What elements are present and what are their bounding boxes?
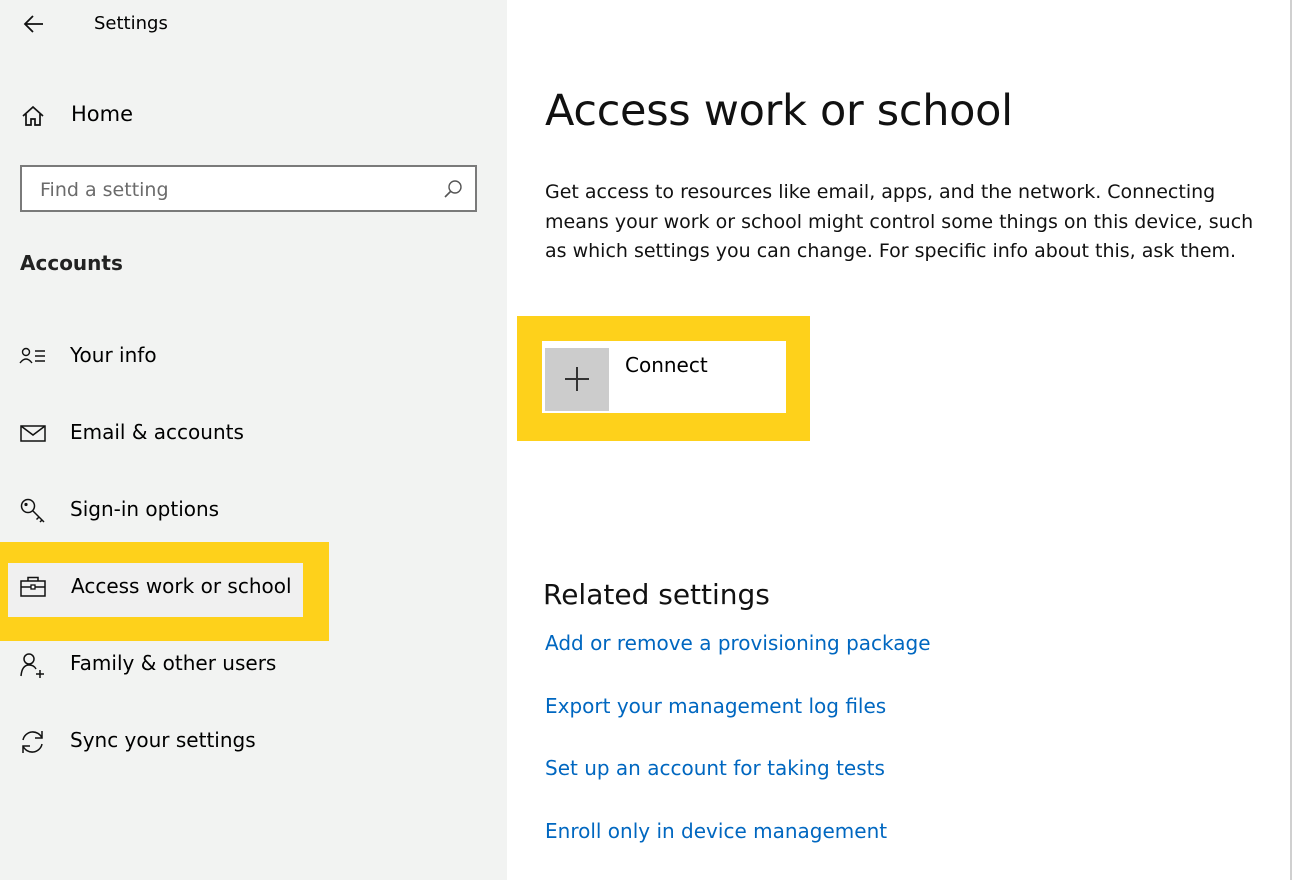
sidebar-item-label: Access work or school bbox=[71, 574, 292, 598]
key-icon bbox=[20, 498, 45, 523]
section-title: Accounts bbox=[20, 251, 123, 275]
back-arrow-icon[interactable] bbox=[22, 12, 46, 36]
link-provisioning-package[interactable]: Add or remove a provisioning package bbox=[545, 631, 931, 655]
nav-home-label: Home bbox=[71, 102, 134, 126]
connect-highlight: Connect bbox=[517, 316, 810, 441]
person-add-icon bbox=[20, 653, 44, 678]
sidebar-item-sign-in-options[interactable]: Sign-in options bbox=[18, 491, 318, 531]
link-export-management-logs[interactable]: Export your management log files bbox=[545, 694, 886, 718]
sidebar-item-label: Sync your settings bbox=[70, 728, 256, 752]
connect-button[interactable]: Connect bbox=[542, 341, 786, 413]
home-icon bbox=[22, 105, 44, 126]
link-setup-test-account[interactable]: Set up an account for taking tests bbox=[545, 756, 885, 780]
search-input[interactable] bbox=[38, 176, 432, 204]
page-title: Access work or school bbox=[545, 86, 1013, 136]
sidebar-item-label: Email & accounts bbox=[70, 420, 244, 444]
sidebar-item-access-work-or-school[interactable]: Access work or school bbox=[18, 568, 318, 608]
app-title: Settings bbox=[94, 13, 168, 34]
page-description: Get access to resources like email, apps… bbox=[545, 181, 1254, 262]
sidebar-item-your-info[interactable]: Your info bbox=[18, 337, 318, 377]
plus-icon bbox=[565, 367, 589, 391]
connect-label: Connect bbox=[625, 353, 708, 377]
search-icon[interactable] bbox=[443, 179, 463, 199]
sidebar-item-label: Family & other users bbox=[70, 651, 277, 675]
person-list-icon bbox=[19, 347, 45, 364]
sidebar-item-label: Sign-in options bbox=[70, 497, 220, 521]
sidebar-item-sync-settings[interactable]: Sync your settings bbox=[18, 722, 318, 762]
sidebar-item-family-other-users[interactable]: Family & other users bbox=[18, 645, 318, 685]
related-settings-heading: Related settings bbox=[543, 578, 770, 611]
briefcase-icon bbox=[20, 576, 46, 597]
search-box[interactable] bbox=[20, 165, 477, 212]
connect-tile bbox=[545, 348, 609, 411]
link-enroll-device-management[interactable]: Enroll only in device management bbox=[545, 819, 887, 843]
mail-icon bbox=[20, 425, 46, 442]
nav-home[interactable]: Home bbox=[20, 98, 320, 134]
sidebar-item-email-accounts[interactable]: Email & accounts bbox=[18, 414, 318, 454]
sync-icon bbox=[22, 731, 43, 753]
sidebar-item-label: Your info bbox=[70, 343, 157, 367]
